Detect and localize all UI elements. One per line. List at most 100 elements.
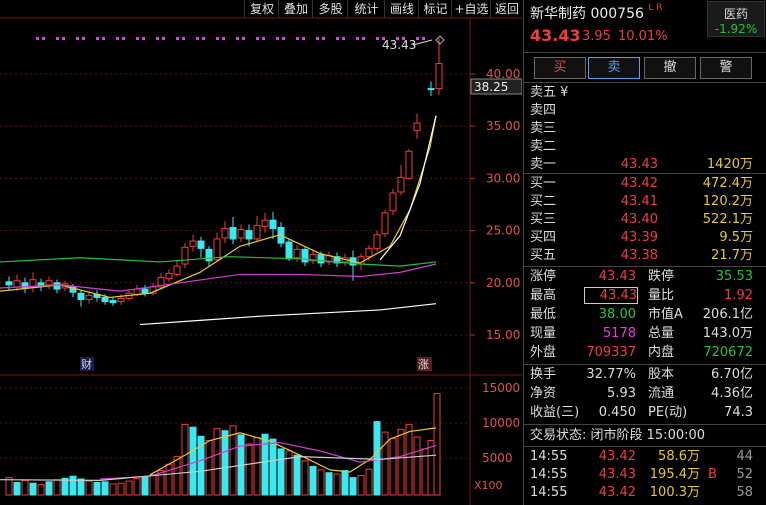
volume-bar-down [277,448,285,496]
candle-down [301,248,309,263]
tick-row: 14:55 43.42 58.6万 44 [530,449,753,464]
volume-bar-up [397,428,405,496]
sector-box[interactable]: 医药 -1.92% [707,1,765,37]
toolbar-button-4[interactable]: 画线 [384,0,419,18]
volume-bar-down [349,477,357,496]
event-dot [182,37,185,40]
buy-row: 买二 43.41 120.2万 [530,194,753,209]
volume-bar-down [77,478,85,496]
ma5-line-recent [379,115,437,261]
stock-name: 新华制药 000756 L R [530,3,663,22]
buy-button[interactable]: 买 [534,57,586,79]
volume-bar-down [13,482,21,496]
sell5-row: 卖五 ¥ [530,85,569,100]
alert-button[interactable]: 警 [700,57,752,79]
candle-up [397,176,405,193]
toolbar-button-3[interactable]: 统计 [347,0,385,18]
candle-down [285,241,293,260]
toolbar-button-5[interactable]: 标记 [418,0,452,18]
price-tick-label: 25.00 [486,224,520,238]
volume-bar-up [181,423,189,496]
volume-bar-up [229,425,237,496]
candle-up [221,228,229,239]
toolbar-button-1[interactable]: 叠加 [278,0,313,18]
candle-up [261,219,269,227]
candle-up [189,240,197,247]
volume-bar-up [133,477,141,496]
volume-bar-up [365,468,373,496]
vol-tick-label: 15000 [482,381,520,395]
event-dot [242,37,245,40]
volume-bar-down [325,472,333,496]
candle-down [109,300,117,304]
diamond-marker [435,35,445,45]
event-dot [196,37,199,40]
volume-bar-up [125,480,133,496]
volume-bar-down [29,482,37,496]
toolbar-button-7[interactable]: 返回 [490,0,523,18]
vol-tick-label: 5000 [482,451,513,465]
volume-bar-up [109,483,117,496]
event-dot [56,37,59,40]
event-dot [296,37,299,40]
event-dot [422,37,425,40]
candle-up [365,247,373,258]
event-dot [202,37,205,40]
candle-up [181,246,189,265]
cancel-order-button[interactable]: 撤 [644,57,696,79]
sell-button[interactable]: 卖 [588,57,640,79]
vol-unit-label: X100 [474,479,503,492]
tick-row: 14:55 43.43 195.4万 B 52 [530,467,753,482]
volume-bar-down [189,426,197,496]
event-dot [36,37,39,40]
volume-bar-up [117,482,125,496]
volume-bar-up [405,423,413,496]
chart-toolbar: 复权 叠加 多股 统计 画线 标记 +自选 返回 [0,0,522,18]
volume-bar-up [21,479,29,496]
event-dot [282,37,285,40]
candle-up [381,212,389,235]
price-change: 3.95 [582,29,611,44]
kline-chart[interactable]: 40.0035.0030.0025.0020.0015.001500010000… [0,0,522,505]
stock-tag: L R [648,3,663,13]
candle-up [389,192,397,212]
candle-down [317,254,325,264]
candle-up [293,248,301,259]
volume-bar-up [149,474,157,496]
trade-status: 交易状态: 闭市阶段 15:00:00 [530,428,706,443]
buy-row: 买五 43.38 21.7万 [530,248,753,263]
candle-up [253,224,261,240]
tick-row: 14:55 43.42 100.3万 58 [530,485,753,500]
candle-down [101,296,109,303]
candle-down [245,230,253,240]
toolbar-button-6[interactable]: +自选 [451,0,491,18]
quote-stat-row: 最高 43.43 量比 1.92 [530,287,753,304]
candle-down [427,88,435,91]
event-dot [176,37,179,40]
candle-up [133,288,141,295]
event-dot [256,37,259,40]
candle-up [173,265,181,275]
event-dot [276,37,279,40]
event-dot [236,37,239,40]
sell-row: 卖一 43.43 1420万 [530,157,753,172]
candle-up [85,294,93,301]
event-dot [356,37,359,40]
vol-tick-label: 10000 [482,416,520,430]
toolbar-button-2[interactable]: 多股 [312,0,348,18]
buy-row: 买一 43.42 472.4万 [530,176,753,191]
event-dot [42,37,45,40]
volume-bar-up [53,479,61,496]
volume-bar-up [389,437,397,496]
event-dot [302,37,305,40]
price-change-pct: 10.01% [618,29,668,44]
volume-bar-down [293,454,301,496]
candle-up [413,122,421,131]
price-tick-label: 15.00 [486,328,520,342]
volume-bar-up [427,440,435,496]
buy-row: 买四 43.39 9.5万 [530,230,753,245]
toolbar-button-0[interactable]: 复权 [244,0,279,18]
buy-row: 买三 43.40 522.1万 [530,212,753,227]
volume-bar-down [61,477,69,496]
volume-bar-up [245,443,253,496]
